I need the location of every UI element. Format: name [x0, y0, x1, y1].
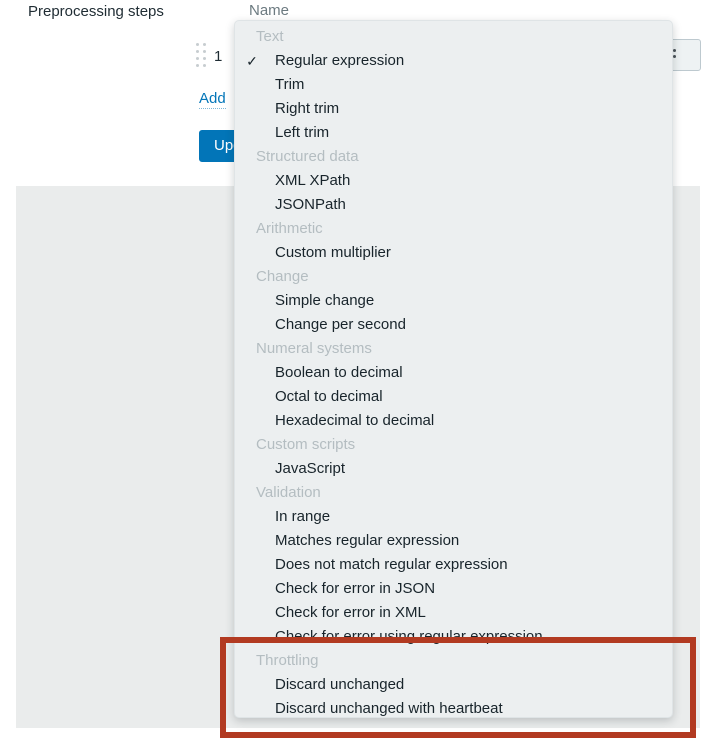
menu-item[interactable]: Left trim	[235, 121, 672, 145]
menu-item-label: In range	[275, 508, 331, 525]
menu-item-label: Trim	[275, 76, 305, 93]
menu-group-title: Custom scripts	[256, 436, 356, 453]
menu-item-label: Simple change	[275, 292, 375, 309]
menu-item-label: Octal to decimal	[275, 388, 383, 405]
menu-item-label: JSONPath	[275, 196, 346, 213]
menu-group-title: Structured data	[256, 148, 359, 165]
preprocessing-step-row: 1	[196, 40, 222, 72]
menu-item-label: Check for error in XML	[275, 604, 426, 621]
menu-group-title: Throttling	[256, 652, 319, 669]
page-title: Preprocessing steps	[28, 3, 164, 20]
menu-item[interactable]: XML XPath	[235, 169, 672, 193]
drag-handle-icon[interactable]	[196, 43, 208, 69]
menu-item[interactable]: Check for error using regular expression	[235, 625, 672, 649]
menu-item[interactable]: Trim	[235, 73, 672, 97]
menu-item[interactable]: Check for error in JSON	[235, 577, 672, 601]
menu-item-label: Discard unchanged	[275, 676, 405, 693]
menu-item-label: Left trim	[275, 124, 330, 141]
kebab-menu-icon	[673, 49, 676, 52]
menu-item-label: Hexadecimal to decimal	[275, 412, 435, 429]
menu-item[interactable]: In range	[235, 505, 672, 529]
menu-group-title: Text	[256, 28, 284, 45]
menu-item[interactable]: JSONPath	[235, 193, 672, 217]
menu-item-label: Check for error using regular expression	[275, 628, 543, 645]
menu-item-label: Regular expression	[275, 52, 405, 69]
menu-item[interactable]: Custom multiplier	[235, 241, 672, 265]
menu-group-title: Arithmetic	[256, 220, 323, 237]
menu-item[interactable]: Hexadecimal to decimal	[235, 409, 672, 433]
menu-item-label: JavaScript	[275, 460, 346, 477]
menu-item[interactable]: Simple change	[235, 289, 672, 313]
preprocessing-type-dropdown[interactable]: Text ✓ Regular expression Trim Right trim Lef…	[234, 20, 673, 718]
menu-item[interactable]: Right trim	[235, 97, 672, 121]
menu-item-label: Boolean to decimal	[275, 364, 403, 381]
menu-item-label: Right trim	[275, 100, 340, 117]
menu-item[interactable]: Check for error in XML	[235, 601, 672, 625]
menu-item[interactable]: Does not match regular expression	[235, 553, 672, 577]
menu-item-label: XML XPath	[275, 172, 351, 189]
menu-item-label: Matches regular expression	[275, 532, 460, 549]
column-header-name: Name	[249, 2, 290, 19]
add-step-link[interactable]: Add	[199, 90, 226, 109]
menu-item[interactable]: Discard unchanged	[235, 673, 672, 697]
menu-item[interactable]: Boolean to decimal	[235, 361, 672, 385]
menu-item-label: Custom multiplier	[275, 244, 391, 261]
menu-item-label: Change per second	[275, 316, 406, 333]
menu-item[interactable]: JavaScript	[235, 457, 672, 481]
menu-group-title: Validation	[256, 484, 321, 501]
menu-item-label: Check for error in JSON	[275, 580, 436, 597]
menu-item-label: Discard unchanged with heartbeat	[275, 700, 503, 717]
menu-group-title: Numeral systems	[256, 340, 372, 357]
check-icon: ✓	[246, 53, 258, 69]
menu-item[interactable]: Discard unchanged with heartbeat	[235, 697, 672, 717]
step-index-label: 1	[214, 47, 223, 65]
menu-item[interactable]: Octal to decimal	[235, 385, 672, 409]
menu-group-title: Change	[256, 268, 309, 285]
menu-item-label: Does not match regular expression	[275, 556, 508, 573]
menu-item[interactable]: Matches regular expression	[235, 529, 672, 553]
menu-item[interactable]: Change per second	[235, 313, 672, 337]
menu-item[interactable]: ✓ Regular expression	[235, 49, 672, 73]
